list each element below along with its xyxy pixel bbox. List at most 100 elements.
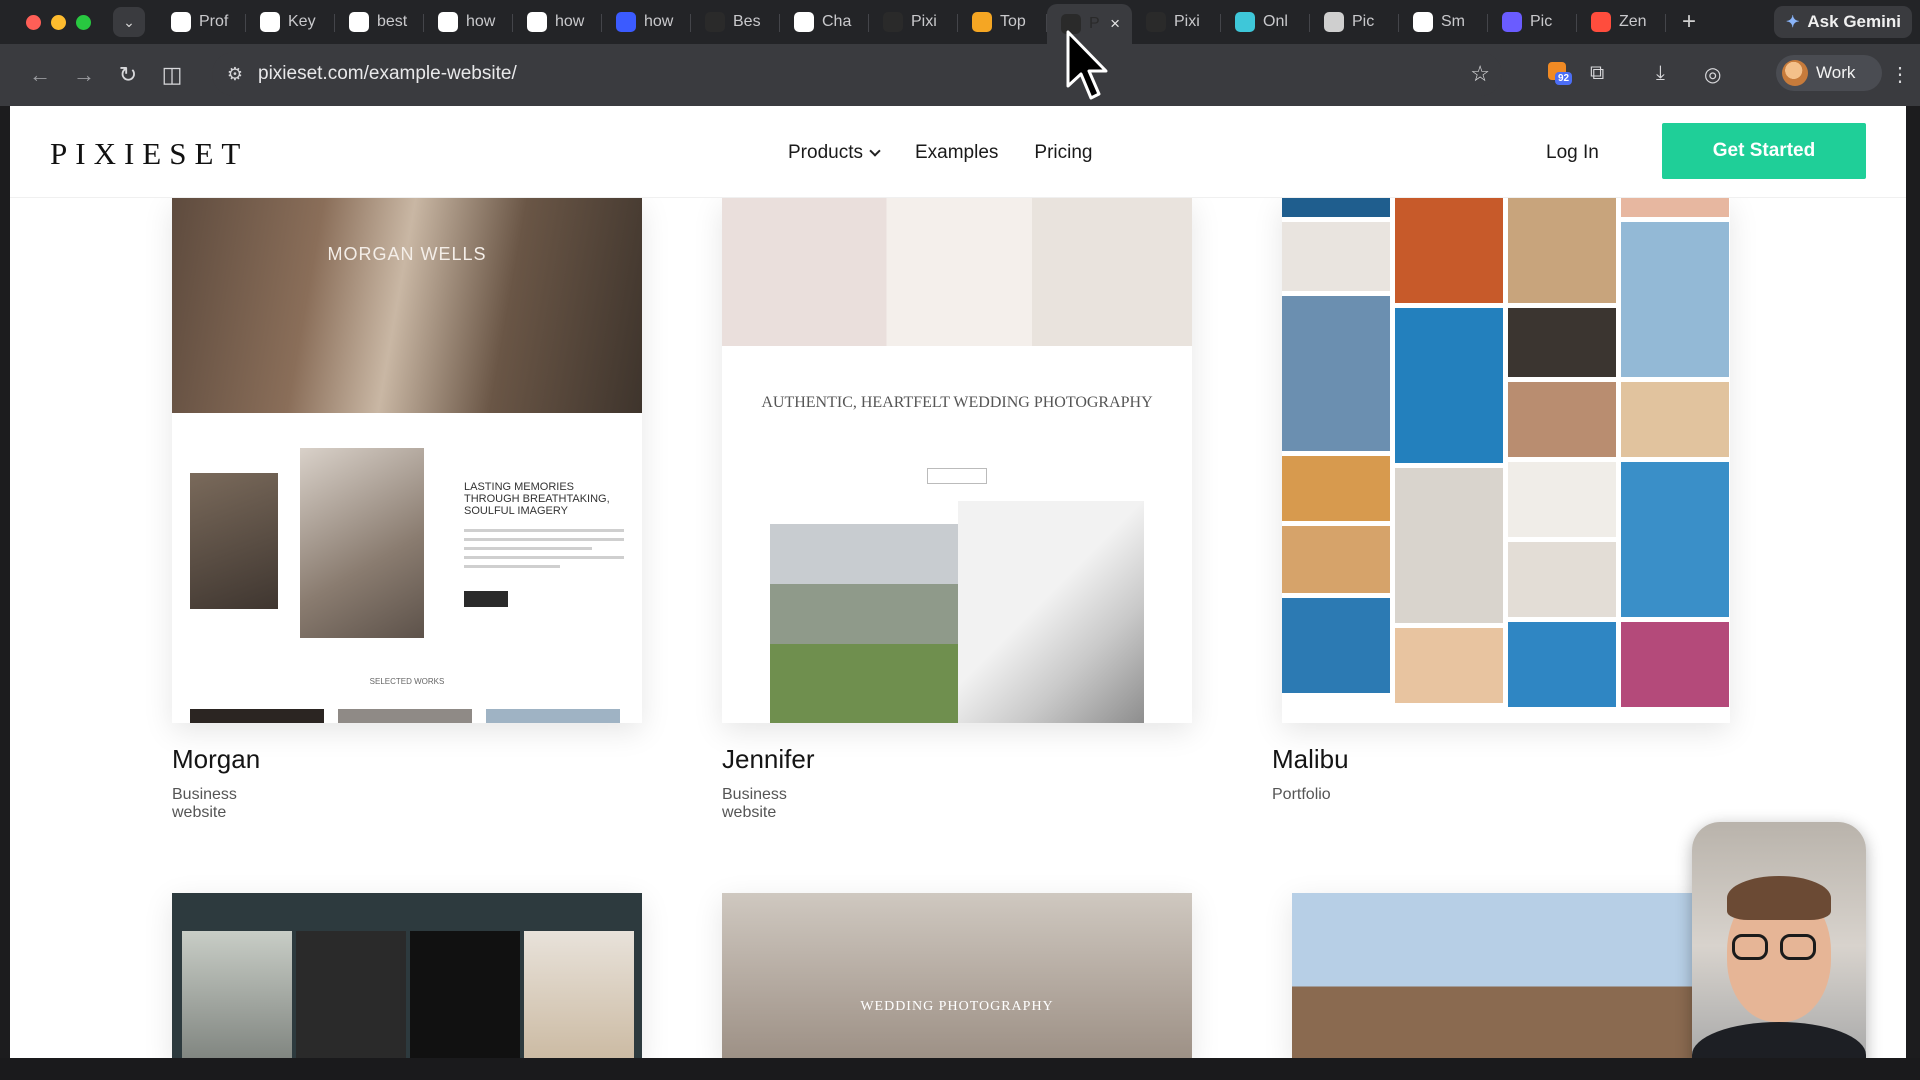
- morgan-thumbnail[interactable]: MORGAN WELLS LASTING MEMORIES THROUGH BR…: [172, 198, 642, 723]
- tab-label: how: [555, 13, 585, 30]
- tab-label: Pic: [1352, 13, 1375, 30]
- nav-pricing[interactable]: Pricing: [1034, 142, 1092, 164]
- card-title[interactable]: Jennifer: [722, 744, 815, 775]
- malibu-photo-tile: [1395, 198, 1503, 303]
- malibu-photo-tile: [1621, 198, 1729, 217]
- ask-gemini-label: Ask Gemini: [1807, 12, 1901, 31]
- minimize-window-button[interactable]: [51, 14, 66, 30]
- profile-button[interactable]: Work: [1776, 55, 1882, 91]
- morgan-hero-image: [172, 198, 642, 413]
- download-icon[interactable]: ⤓: [1656, 62, 1665, 85]
- browser-tab[interactable]: Cha: [780, 4, 869, 40]
- new-tab-button[interactable]: +: [1682, 8, 1696, 36]
- back-button[interactable]: ←: [18, 62, 62, 88]
- browser-tab[interactable]: Onl: [1221, 4, 1310, 40]
- malibu-photo-tile: [1282, 598, 1390, 693]
- morgan-body-text: [464, 529, 624, 574]
- profile-avatar: [1782, 60, 1808, 86]
- browser-tab[interactable]: Top: [958, 4, 1047, 40]
- morgan-photo-portrait: [300, 448, 424, 638]
- nav-examples[interactable]: Examples: [915, 142, 998, 164]
- malibu-photo-tile: [1508, 382, 1616, 457]
- browser-chrome: ⌄ Prof Key best how how how Bes Cha Pixi Top P × Pix…: [0, 0, 1920, 106]
- site-settings-icon[interactable]: ⚙: [218, 64, 252, 85]
- malibu-photo-tile: [1395, 308, 1503, 463]
- extension-badge-count: 92: [1555, 72, 1573, 85]
- morgan-heading: LASTING MEMORIES THROUGH BREATHTAKING, S…: [464, 481, 610, 517]
- card-subtitle: Portfolio: [1272, 786, 1331, 803]
- address-bar[interactable]: ⚙ pixieset.com/example-website/ ☆: [212, 52, 1502, 96]
- login-link[interactable]: Log In: [1546, 142, 1599, 164]
- browser-tab[interactable]: Prof: [157, 4, 246, 40]
- morgan-lower-section: LASTING MEMORIES THROUGH BREATHTAKING, S…: [172, 413, 642, 723]
- malibu-photo-tile: [1395, 628, 1503, 703]
- malibu-photo-grid: [1282, 198, 1730, 723]
- example-thumbnail-row2-right[interactable]: [1292, 893, 1722, 1058]
- forward-button[interactable]: →: [62, 62, 106, 88]
- jennifer-thumbnail[interactable]: AUTHENTIC, HEARTFELT WEDDING PHOTOGRAPHY: [722, 198, 1192, 723]
- browser-tab[interactable]: Pixi: [1132, 4, 1221, 40]
- zapier-icon: [616, 12, 636, 32]
- morgan-strip-image: [338, 709, 472, 723]
- maximize-window-button[interactable]: [76, 14, 91, 30]
- close-window-button[interactable]: [26, 14, 41, 30]
- profile-label: Work: [1816, 63, 1856, 82]
- browser-tab[interactable]: Zen: [1577, 4, 1666, 40]
- ask-gemini-button[interactable]: ✦ Ask Gemini: [1774, 6, 1912, 38]
- browser-tab[interactable]: how: [602, 4, 691, 40]
- site-header: PIXIESET Products Examples Pricing Log I…: [10, 106, 1906, 198]
- main-nav: Products Examples Pricing: [788, 142, 1092, 164]
- malibu-thumbnail[interactable]: [1282, 198, 1730, 723]
- malibu-photo-tile: [1282, 198, 1390, 217]
- get-started-button[interactable]: Get Started: [1662, 123, 1866, 179]
- extensions-puzzle-icon[interactable]: ⧉: [1590, 62, 1604, 85]
- example-thumbnail-row2-middle[interactable]: WEDDING PHOTOGRAPHY: [722, 893, 1192, 1058]
- browser-menu-icon[interactable]: ⋮: [1890, 62, 1910, 87]
- jennifer-photo-hands: [958, 501, 1144, 723]
- browser-tab[interactable]: Pic: [1488, 4, 1577, 40]
- openai-icon: [260, 12, 280, 32]
- tab-label: Bes: [733, 13, 761, 30]
- tab-bar: ⌄ Prof Key best how how how Bes Cha Pixi Top P × Pix…: [0, 0, 1920, 44]
- browser-tab[interactable]: how: [513, 4, 602, 40]
- browser-tab[interactable]: Bes: [691, 4, 780, 40]
- browser-tab[interactable]: best: [335, 4, 424, 40]
- card-subtitle: Business website: [172, 786, 237, 821]
- google-icon: [349, 12, 369, 32]
- morgan-selected-works-label: SELECTED WORKS: [369, 677, 445, 686]
- malibu-photo-tile: [1621, 382, 1729, 457]
- zen-icon: [1591, 12, 1611, 32]
- reload-button[interactable]: ↻: [106, 62, 150, 88]
- tab-label: Onl: [1263, 13, 1288, 30]
- tab-label: how: [644, 13, 674, 30]
- tab-label: Prof: [199, 13, 229, 30]
- browser-toolbar: ← → ↻ ◫ ⚙ pixieset.com/example-website/ …: [0, 44, 1920, 106]
- site-logo[interactable]: PIXIESET: [50, 136, 248, 172]
- example-thumbnail-row2-left[interactable]: [172, 893, 642, 1058]
- openai-icon: [794, 12, 814, 32]
- browser-tab[interactable]: Pixi: [869, 4, 958, 40]
- webcam-overlay: [1692, 822, 1866, 1058]
- web-page: PIXIESET Products Examples Pricing Log I…: [10, 106, 1906, 1058]
- tab-search-button[interactable]: ⌄: [113, 7, 145, 37]
- extension-icon[interactable]: 92: [1546, 60, 1573, 86]
- bookmark-star-icon[interactable]: ☆: [1470, 61, 1490, 87]
- pixieset-icon: [883, 12, 903, 32]
- screenshot-icon[interactable]: ◎: [1704, 62, 1721, 87]
- browser-tab[interactable]: Sm: [1399, 4, 1488, 40]
- malibu-photo-tile: [1508, 462, 1616, 537]
- nav-products-label: Products: [788, 142, 863, 163]
- nav-products[interactable]: Products: [788, 142, 881, 164]
- card-title[interactable]: Malibu: [1272, 744, 1349, 775]
- a-icon: [972, 12, 992, 32]
- morgan-strip-image: [190, 709, 324, 723]
- canva-icon: [1235, 12, 1255, 32]
- mouse-cursor-icon: [1066, 30, 1108, 100]
- browser-tab[interactable]: Key: [246, 4, 335, 40]
- morgan-photo-still-life: [190, 473, 278, 609]
- split-view-button[interactable]: ◫: [150, 62, 194, 88]
- card-title[interactable]: Morgan: [172, 744, 260, 775]
- browser-tab[interactable]: Pic: [1310, 4, 1399, 40]
- pic-blue-icon: [1502, 12, 1522, 32]
- browser-tab[interactable]: how: [424, 4, 513, 40]
